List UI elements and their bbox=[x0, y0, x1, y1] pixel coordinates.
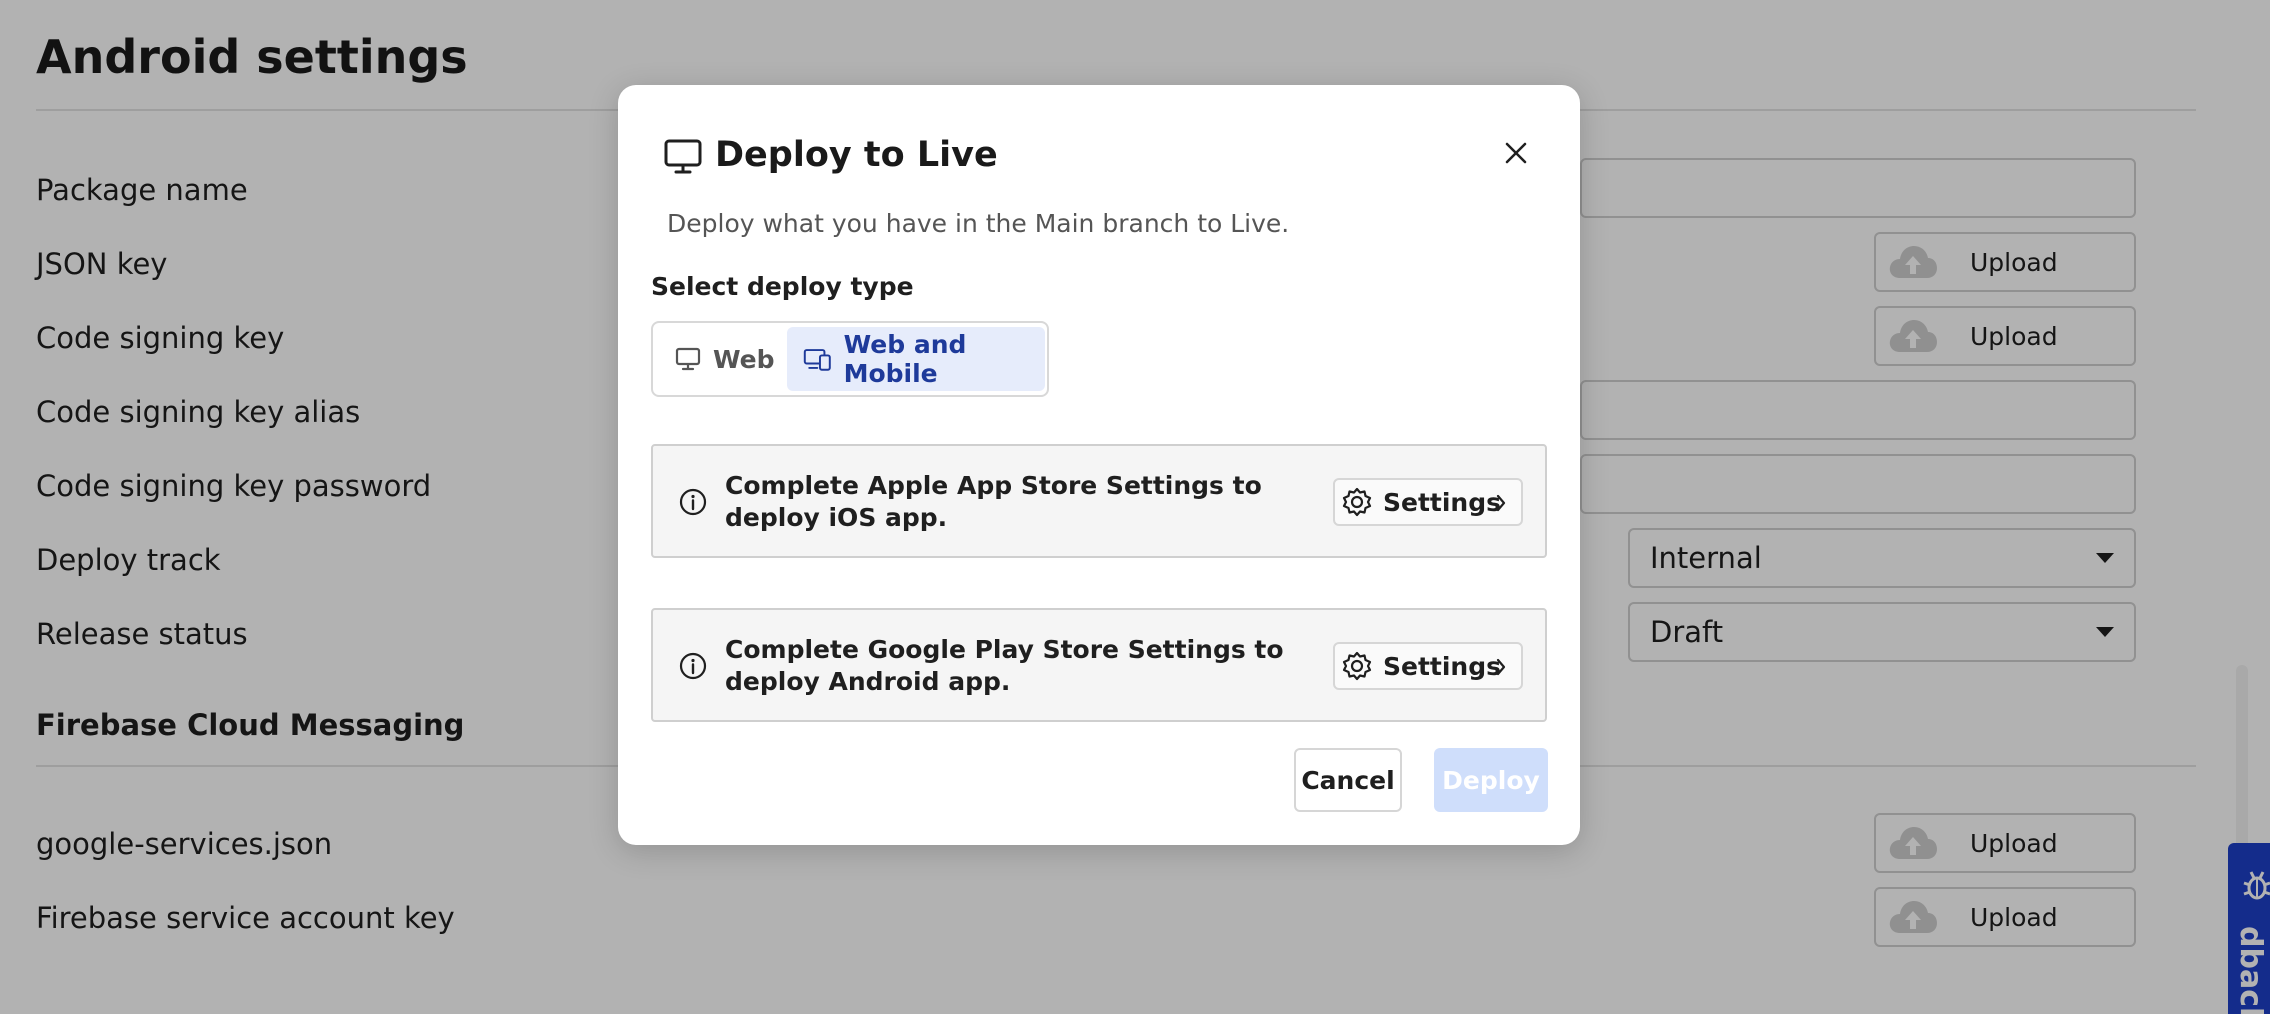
devices-icon bbox=[803, 349, 831, 371]
close-button[interactable] bbox=[1498, 135, 1534, 171]
cancel-button[interactable]: Cancel bbox=[1294, 748, 1402, 812]
notice-text: Complete Google Play Store Settings to d… bbox=[725, 635, 1284, 696]
modal-title: Deploy to Live bbox=[715, 135, 998, 175]
deploy-type-label: Select deploy type bbox=[651, 272, 914, 301]
gear-icon bbox=[1342, 651, 1372, 681]
monitor-icon bbox=[664, 139, 702, 179]
deploy-type-web-and-mobile[interactable]: Web and Mobile bbox=[787, 327, 1045, 391]
ios-settings-button[interactable]: Settings bbox=[1333, 478, 1523, 526]
deploy-type-web[interactable]: Web bbox=[659, 327, 785, 391]
gear-icon bbox=[1342, 487, 1372, 517]
info-icon bbox=[679, 488, 707, 520]
notice-text: Complete Apple App Store Settings to dep… bbox=[725, 471, 1262, 532]
deploy-button[interactable]: Deploy bbox=[1434, 748, 1548, 812]
chevron-right-icon bbox=[1495, 493, 1507, 517]
android-settings-button[interactable]: Settings bbox=[1333, 642, 1523, 690]
modal-description: Deploy what you have in the Main branch … bbox=[667, 209, 1290, 238]
deploy-type-web-and-mobile-label: Web and Mobile bbox=[843, 330, 967, 388]
info-icon bbox=[679, 652, 707, 684]
ios-settings-notice: Complete Apple App Store Settings to dep… bbox=[651, 444, 1547, 558]
settings-label: Settings bbox=[1383, 487, 1502, 517]
android-settings-notice: Complete Google Play Store Settings to d… bbox=[651, 608, 1547, 722]
close-icon bbox=[1505, 142, 1527, 164]
deploy-type-web-label: Web bbox=[713, 344, 775, 374]
deploy-type-toggle: Web Web and Mobile bbox=[651, 321, 1049, 397]
chevron-right-icon bbox=[1495, 657, 1507, 681]
monitor-icon bbox=[675, 347, 701, 371]
settings-label: Settings bbox=[1383, 651, 1502, 681]
deploy-to-live-dialog: Deploy to Live Deploy what you have in t… bbox=[618, 85, 1580, 845]
